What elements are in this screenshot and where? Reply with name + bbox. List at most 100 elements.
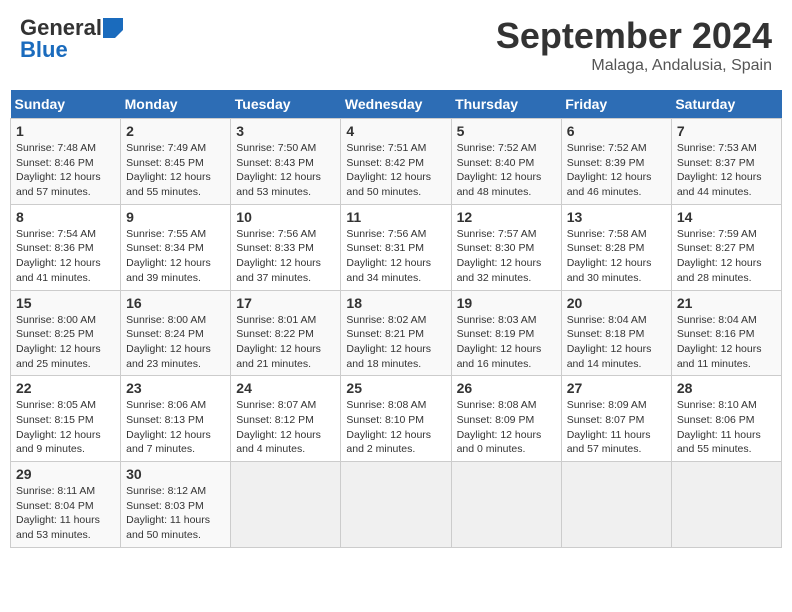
page-header: General Blue September 2024 Malaga, Anda…	[10, 10, 782, 80]
table-row: 26 Sunrise: 8:08 AM Sunset: 8:09 PM Dayli…	[451, 376, 561, 462]
col-friday: Friday	[561, 90, 671, 119]
table-row: 20 Sunrise: 8:04 AM Sunset: 8:18 PM Dayli…	[561, 290, 671, 376]
day-number: 17	[236, 295, 335, 311]
day-number: 30	[126, 466, 225, 482]
col-thursday: Thursday	[451, 90, 561, 119]
day-number: 26	[457, 380, 556, 396]
month-title: September 2024	[496, 15, 772, 57]
table-row: 8 Sunrise: 7:54 AM Sunset: 8:36 PM Daylig…	[11, 204, 121, 290]
day-info: Sunrise: 7:55 AM Sunset: 8:34 PM Dayligh…	[126, 227, 225, 286]
table-row: 17Sunrise: 8:01 AM Sunset: 8:22 PM Dayli…	[231, 290, 341, 376]
table-row: 16Sunrise: 8:00 AM Sunset: 8:24 PM Dayli…	[121, 290, 231, 376]
table-row	[451, 462, 561, 548]
day-number: 20	[567, 295, 666, 311]
table-row	[231, 462, 341, 548]
table-row	[671, 462, 781, 548]
table-row: 24 Sunrise: 8:07 AM Sunset: 8:12 PM Dayli…	[231, 376, 341, 462]
table-row: 13Sunrise: 7:58 AM Sunset: 8:28 PM Dayli…	[561, 204, 671, 290]
table-row: 1 Sunrise: 7:48 AM Sunset: 8:46 PM Daylig…	[11, 119, 121, 205]
day-number: 23	[126, 380, 225, 396]
day-info: Sunrise: 8:00 AM Sunset: 8:24 PM Dayligh…	[126, 313, 225, 372]
table-row: 6 Sunrise: 7:52 AM Sunset: 8:39 PM Daylig…	[561, 119, 671, 205]
table-row: 2 Sunrise: 7:49 AM Sunset: 8:45 PM Daylig…	[121, 119, 231, 205]
day-number: 29	[16, 466, 115, 482]
title-block: September 2024 Malaga, Andalusia, Spain	[496, 15, 772, 75]
day-number: 27	[567, 380, 666, 396]
day-info: Sunrise: 8:04 AM Sunset: 8:16 PM Dayligh…	[677, 313, 776, 372]
day-info: Sunrise: 8:06 AM Sunset: 8:13 PM Dayligh…	[126, 398, 225, 457]
day-info: Sunrise: 7:50 AM Sunset: 8:43 PM Dayligh…	[236, 141, 335, 200]
day-number: 3	[236, 123, 335, 139]
day-info: Sunrise: 7:53 AM Sunset: 8:37 PM Dayligh…	[677, 141, 776, 200]
table-row: 19 Sunrise: 8:03 AM Sunset: 8:19 PM Dayli…	[451, 290, 561, 376]
table-row: 23 Sunrise: 8:06 AM Sunset: 8:13 PM Dayli…	[121, 376, 231, 462]
day-info: Sunrise: 7:56 AM Sunset: 8:31 PM Dayligh…	[346, 227, 445, 286]
day-number: 18	[346, 295, 445, 311]
col-wednesday: Wednesday	[341, 90, 451, 119]
table-row	[341, 462, 451, 548]
table-row: 27 Sunrise: 8:09 AM Sunset: 8:07 PM Dayli…	[561, 376, 671, 462]
table-row: 22 Sunrise: 8:05 AM Sunset: 8:15 PM Dayli…	[11, 376, 121, 462]
day-info: Sunrise: 8:11 AM Sunset: 8:04 PM Dayligh…	[16, 484, 115, 543]
day-number: 6	[567, 123, 666, 139]
table-row: 25Sunrise: 8:08 AM Sunset: 8:10 PM Dayli…	[341, 376, 451, 462]
day-info: Sunrise: 8:04 AM Sunset: 8:18 PM Dayligh…	[567, 313, 666, 372]
day-info: Sunrise: 8:09 AM Sunset: 8:07 PM Dayligh…	[567, 398, 666, 457]
day-info: Sunrise: 8:07 AM Sunset: 8:12 PM Dayligh…	[236, 398, 335, 457]
day-info: Sunrise: 7:48 AM Sunset: 8:46 PM Dayligh…	[16, 141, 115, 200]
day-info: Sunrise: 8:03 AM Sunset: 8:19 PM Dayligh…	[457, 313, 556, 372]
calendar-week-row: 29 Sunrise: 8:11 AM Sunset: 8:04 PM Dayli…	[11, 462, 782, 548]
day-number: 19	[457, 295, 556, 311]
col-tuesday: Tuesday	[231, 90, 341, 119]
table-row: 14 Sunrise: 7:59 AM Sunset: 8:27 PM Dayli…	[671, 204, 781, 290]
calendar-week-row: 1 Sunrise: 7:48 AM Sunset: 8:46 PM Daylig…	[11, 119, 782, 205]
day-info: Sunrise: 7:58 AM Sunset: 8:28 PM Dayligh…	[567, 227, 666, 286]
table-row: 28 Sunrise: 8:10 AM Sunset: 8:06 PM Dayli…	[671, 376, 781, 462]
col-sunday: Sunday	[11, 90, 121, 119]
table-row: 30 Sunrise: 8:12 AM Sunset: 8:03 PM Dayli…	[121, 462, 231, 548]
day-info: Sunrise: 8:05 AM Sunset: 8:15 PM Dayligh…	[16, 398, 115, 457]
day-number: 11	[346, 209, 445, 225]
day-number: 24	[236, 380, 335, 396]
calendar-week-row: 22 Sunrise: 8:05 AM Sunset: 8:15 PM Dayli…	[11, 376, 782, 462]
day-number: 28	[677, 380, 776, 396]
day-info: Sunrise: 8:12 AM Sunset: 8:03 PM Dayligh…	[126, 484, 225, 543]
table-row: 11 Sunrise: 7:56 AM Sunset: 8:31 PM Dayli…	[341, 204, 451, 290]
day-info: Sunrise: 8:00 AM Sunset: 8:25 PM Dayligh…	[16, 313, 115, 372]
day-info: Sunrise: 8:08 AM Sunset: 8:10 PM Dayligh…	[346, 398, 445, 457]
day-number: 9	[126, 209, 225, 225]
day-number: 12	[457, 209, 556, 225]
day-number: 4	[346, 123, 445, 139]
table-row: 10 Sunrise: 7:56 AM Sunset: 8:33 PM Dayli…	[231, 204, 341, 290]
day-number: 14	[677, 209, 776, 225]
table-row: 29 Sunrise: 8:11 AM Sunset: 8:04 PM Dayli…	[11, 462, 121, 548]
logo: General Blue	[20, 15, 124, 63]
day-info: Sunrise: 7:59 AM Sunset: 8:27 PM Dayligh…	[677, 227, 776, 286]
day-number: 2	[126, 123, 225, 139]
day-info: Sunrise: 7:52 AM Sunset: 8:39 PM Dayligh…	[567, 141, 666, 200]
col-monday: Monday	[121, 90, 231, 119]
day-number: 1	[16, 123, 115, 139]
day-number: 22	[16, 380, 115, 396]
day-number: 21	[677, 295, 776, 311]
calendar-week-row: 15Sunrise: 8:00 AM Sunset: 8:25 PM Dayli…	[11, 290, 782, 376]
table-row	[561, 462, 671, 548]
day-info: Sunrise: 8:10 AM Sunset: 8:06 PM Dayligh…	[677, 398, 776, 457]
col-saturday: Saturday	[671, 90, 781, 119]
day-number: 5	[457, 123, 556, 139]
day-info: Sunrise: 7:49 AM Sunset: 8:45 PM Dayligh…	[126, 141, 225, 200]
day-number: 10	[236, 209, 335, 225]
day-info: Sunrise: 8:02 AM Sunset: 8:21 PM Dayligh…	[346, 313, 445, 372]
logo-blue: Blue	[20, 37, 68, 63]
day-info: Sunrise: 7:56 AM Sunset: 8:33 PM Dayligh…	[236, 227, 335, 286]
day-info: Sunrise: 8:08 AM Sunset: 8:09 PM Dayligh…	[457, 398, 556, 457]
day-number: 8	[16, 209, 115, 225]
day-number: 7	[677, 123, 776, 139]
table-row: 4 Sunrise: 7:51 AM Sunset: 8:42 PM Daylig…	[341, 119, 451, 205]
day-info: Sunrise: 7:54 AM Sunset: 8:36 PM Dayligh…	[16, 227, 115, 286]
day-info: Sunrise: 7:51 AM Sunset: 8:42 PM Dayligh…	[346, 141, 445, 200]
table-row: 15Sunrise: 8:00 AM Sunset: 8:25 PM Dayli…	[11, 290, 121, 376]
calendar-header-row: Sunday Monday Tuesday Wednesday Thursday…	[11, 90, 782, 119]
table-row: 5Sunrise: 7:52 AM Sunset: 8:40 PM Daylig…	[451, 119, 561, 205]
table-row: 3 Sunrise: 7:50 AM Sunset: 8:43 PM Daylig…	[231, 119, 341, 205]
